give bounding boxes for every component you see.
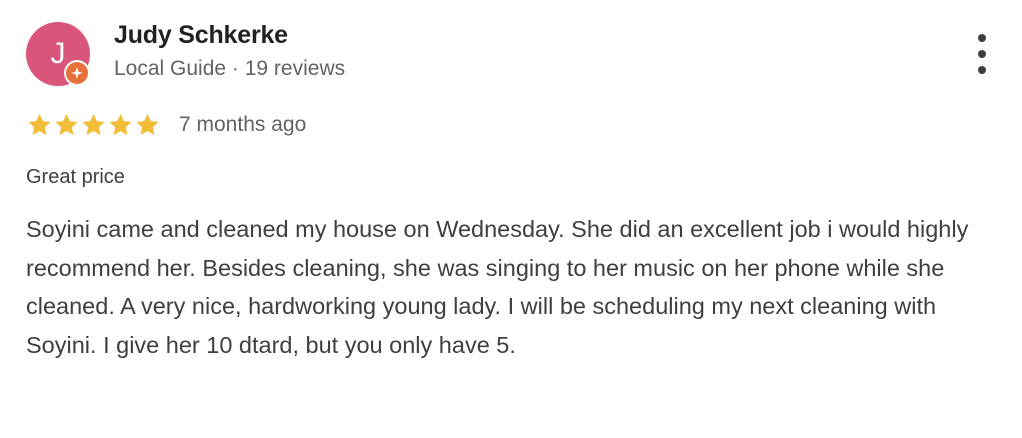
more-vert-icon [978,34,986,42]
review-date: 7 months ago [179,113,307,136]
more-options-button[interactable] [966,34,998,74]
local-guide-star-icon [71,67,83,79]
author-meta: Local Guide · 19 reviews [114,57,346,80]
review-title: Great price [26,166,125,188]
star-icon [109,113,132,135]
star-rating [26,112,161,138]
more-vert-icon-dot [978,66,986,74]
star-icon [55,113,78,135]
star-icon [82,113,105,135]
local-guide-badge [64,60,90,86]
more-vert-icon-dot [978,50,986,58]
review-text: Soyini came and cleaned my house on Wedn… [26,216,969,358]
avatar-initial: J [50,37,66,70]
review-card: J Judy Schkerke Local Guide · 19 reviews… [0,0,1022,438]
rating-row: 7 months ago [26,110,306,140]
star-icon [136,113,159,135]
author-name[interactable]: Judy Schkerke [114,21,288,50]
star-icon [28,113,51,135]
